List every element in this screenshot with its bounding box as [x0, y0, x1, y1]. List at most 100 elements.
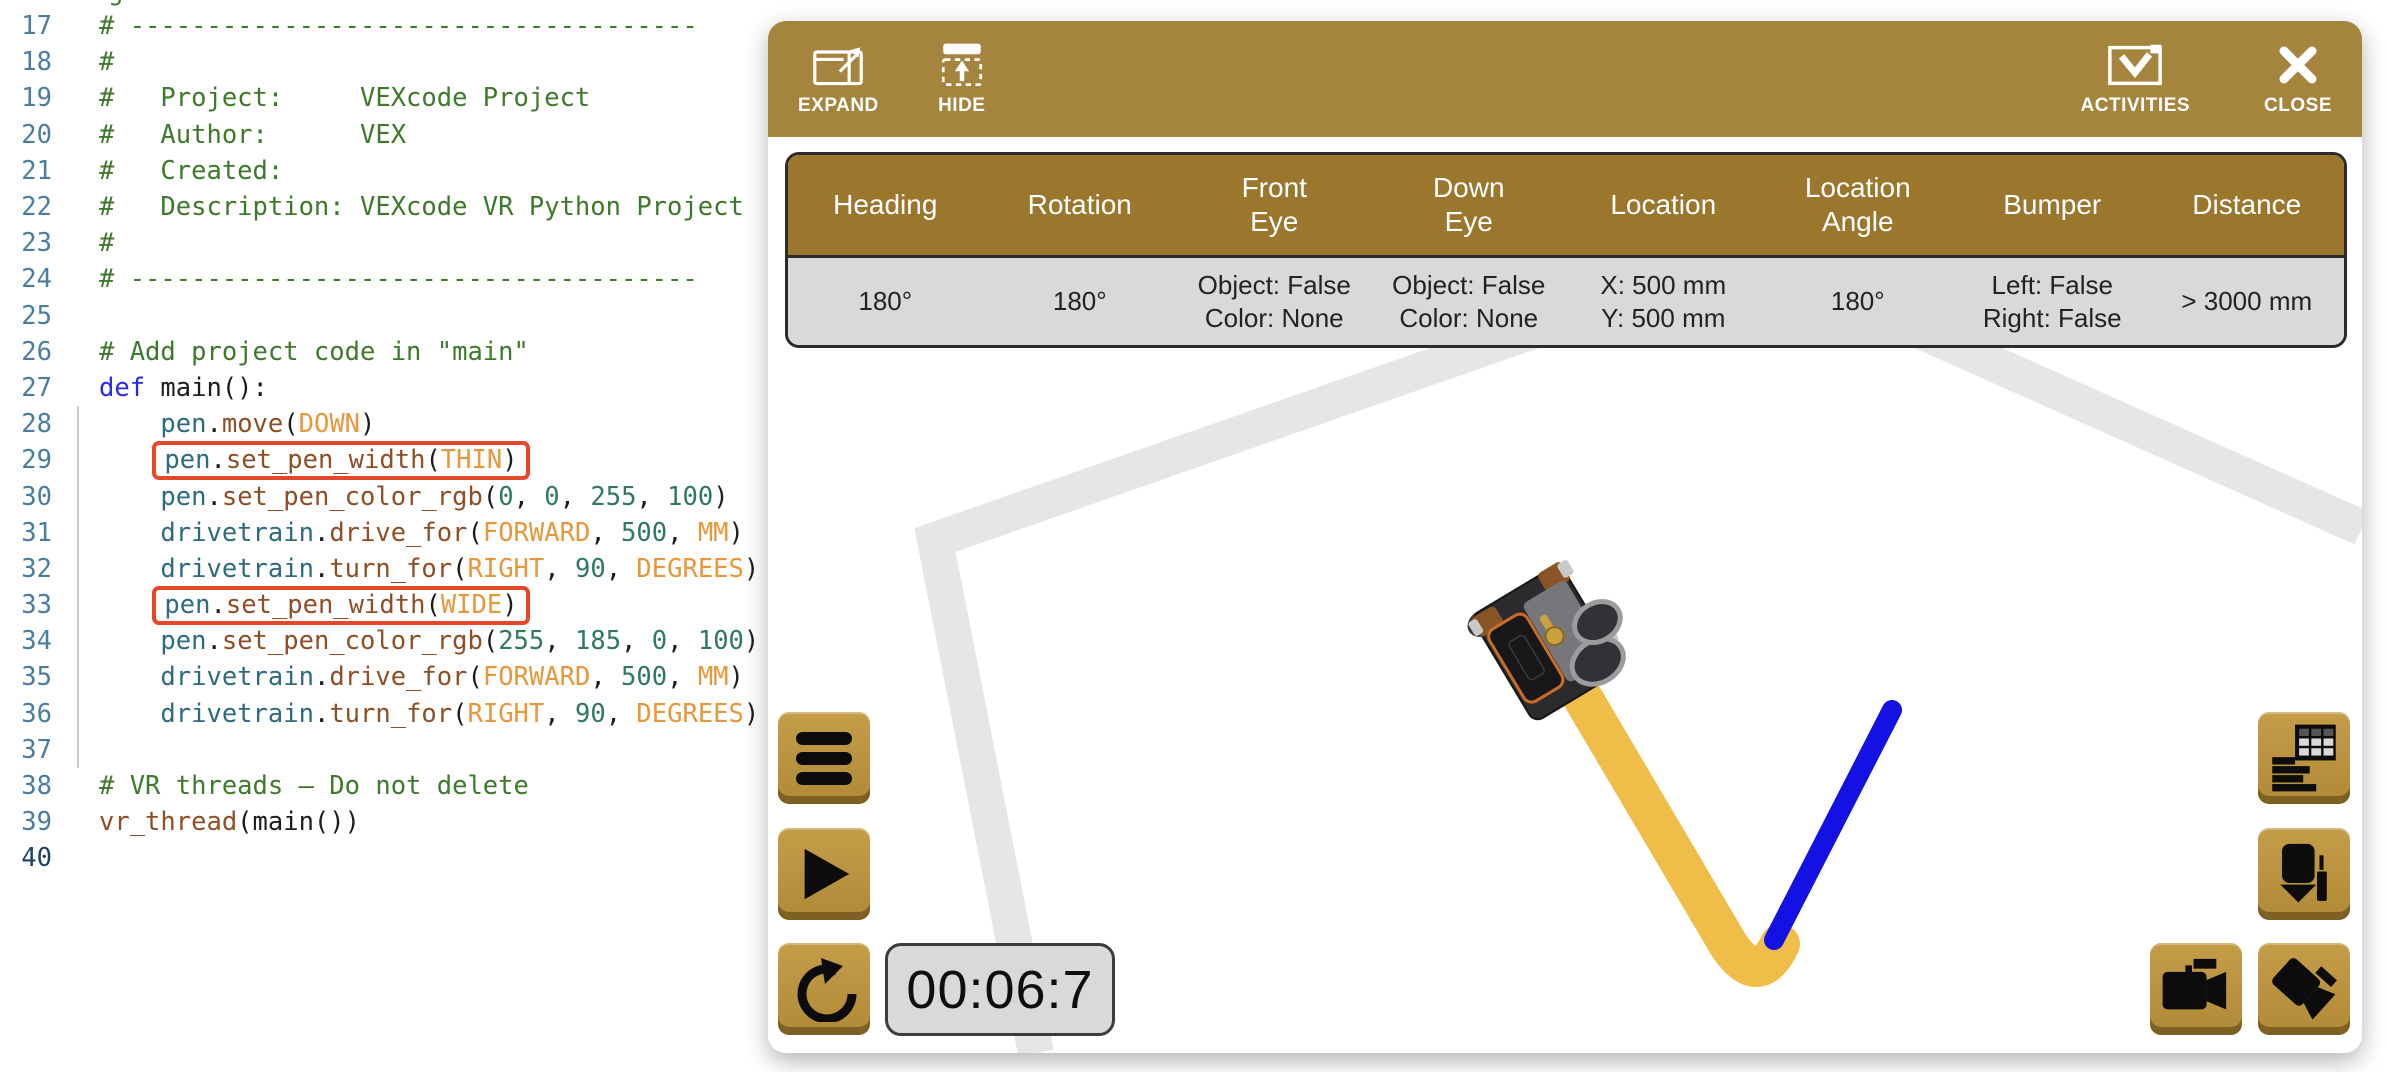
code-line[interactable]: 30 pen.set_pen_color_rgb(0, 0, 255, 100): [0, 478, 768, 514]
camera-3d-view-button[interactable]: [2258, 943, 2350, 1035]
code-text: pen.set_pen_color_rgb(255, 185, 0, 100): [99, 626, 759, 656]
code-line[interactable]: 19 # Project: VEXcode Project: [0, 80, 768, 116]
dashboard-column-header: Rotation: [983, 155, 1178, 255]
dashboard-value: 180°: [1761, 258, 1956, 345]
dashboard-column-header: Bumper: [1955, 155, 2150, 255]
code-line[interactable]: 20# Author: VEX: [0, 117, 768, 153]
line-number: 20: [0, 120, 52, 150]
dashboard-column-header: FrontEye: [1177, 155, 1372, 255]
dashboard-value: > 3000 mm: [2150, 258, 2345, 345]
blue-thin-trail: [1774, 710, 1892, 940]
screen: { "palette": { "toolbar_gold": "#a5843e"…: [0, 0, 2386, 1072]
highlight-box: pen.set_pen_width(THIN): [152, 441, 529, 480]
reset-button[interactable]: [778, 943, 870, 1035]
code-text: # Add project code in "main": [99, 337, 529, 367]
line-number: 19: [0, 83, 52, 113]
code-line[interactable]: 27def main():: [0, 370, 768, 406]
line-number: 38: [0, 771, 52, 801]
line-number: 29: [0, 445, 52, 475]
code-line[interactable]: 34 pen.set_pen_color_rgb(255, 185, 0, 10…: [0, 623, 768, 659]
menu-button[interactable]: [778, 712, 870, 804]
expand-icon: [812, 42, 864, 88]
code-text: drivetrain.turn_for(RIGHT, 90, DEGREES): [99, 699, 759, 729]
dashboard-value: X: 500 mmY: 500 mm: [1566, 258, 1761, 345]
dashboard-toggle-button[interactable]: [2258, 712, 2350, 804]
code-line[interactable]: 39vr_thread(main()): [0, 804, 768, 840]
code-line[interactable]: 23#: [0, 225, 768, 261]
line-number: 24: [0, 264, 52, 294]
code-text: # -------------------------------------: [99, 11, 698, 41]
dashboard-column-header: Distance: [2150, 155, 2345, 255]
code-line[interactable]: 24# ------------------------------------…: [0, 261, 768, 297]
code-text: drivetrain.drive_for(FORWARD, 500, MM): [99, 518, 744, 548]
line-number: 35: [0, 662, 52, 692]
dashboard-value: 180°: [788, 258, 983, 345]
dashboard-header-row: HeadingRotationFrontEyeDownEyeLocationLo…: [788, 155, 2344, 255]
code-text: # Description: VEXcode VR Python Project: [99, 192, 744, 222]
vr-playground-panel: EXPAND HIDE ACTIVITIES: [768, 21, 2362, 1053]
code-line[interactable]: 29 pen.set_pen_width(THIN): [0, 442, 768, 478]
activities-label: ACTIVITIES: [2081, 95, 2191, 117]
code-text: #: [99, 47, 130, 77]
code-text: pen.set_pen_width(THIN): [99, 441, 530, 480]
code-line[interactable]: 22 # Description: VEXcode VR Python Proje…: [0, 189, 768, 225]
expand-label: EXPAND: [798, 95, 879, 117]
dashboard-column-header: Location: [1566, 155, 1761, 255]
menu-icon: [796, 732, 852, 785]
line-number: 17: [0, 11, 52, 41]
code-text: # VR threads — Do not delete: [99, 771, 529, 801]
code-line[interactable]: 38 # VR threads — Do not delete: [0, 768, 768, 804]
line-number: 36: [0, 699, 52, 729]
reset-icon: [791, 956, 857, 1022]
line-number: 34: [0, 626, 52, 656]
sensor-dashboard: HeadingRotationFrontEyeDownEyeLocationLo…: [785, 152, 2347, 348]
code-line[interactable]: 28 pen.move(DOWN): [0, 406, 768, 442]
dashboard-value: Object: FalseColor: None: [1372, 258, 1567, 345]
code-text: # Project: VEXcode Project: [99, 83, 590, 113]
code-text: drivetrain.turn_for(RIGHT, 90, DEGREES): [99, 554, 759, 584]
code-editor[interactable]: g 17# ----------------------------------…: [0, 0, 768, 1072]
close-button[interactable]: CLOSE: [2264, 42, 2332, 117]
code-line[interactable]: 33 pen.set_pen_width(WIDE): [0, 587, 768, 623]
dashboard-value: 180°: [983, 258, 1178, 345]
close-icon: [2276, 42, 2320, 88]
activities-button[interactable]: ACTIVITIES: [2081, 42, 2191, 117]
code-line[interactable]: 35 drivetrain.drive_for(FORWARD, 500, MM…: [0, 659, 768, 695]
code-line[interactable]: 25: [0, 298, 768, 334]
code-line[interactable]: 36 drivetrain.turn_for(RIGHT, 90, DEGREE…: [0, 696, 768, 732]
code-text: drivetrain.drive_for(FORWARD, 500, MM): [99, 662, 744, 692]
line-number: 31: [0, 518, 52, 548]
line-number: 26: [0, 337, 52, 367]
code-line[interactable]: 21# Created:: [0, 153, 768, 189]
code-line[interactable]: 18 #: [0, 44, 768, 80]
dashboard-icon: [2269, 723, 2339, 793]
pen-tool-icon: [2269, 839, 2339, 909]
camera-view-button[interactable]: [2150, 943, 2242, 1035]
dashboard-value: Left: FalseRight: False: [1955, 258, 2150, 345]
line-number: 22: [0, 192, 52, 222]
highlight-box: pen.set_pen_width(WIDE): [152, 586, 529, 625]
hide-button[interactable]: HIDE: [937, 42, 987, 117]
line-number: 23: [0, 228, 52, 258]
line-number: 25: [0, 301, 52, 331]
code-text: def main():: [99, 373, 268, 403]
code-line[interactable]: 17 # ------------------------------------…: [0, 8, 768, 44]
dashboard-column-header: Heading: [788, 155, 983, 255]
line-number: 37: [0, 735, 52, 765]
line-number: 18: [0, 47, 52, 77]
dashboard-column-header: DownEye: [1372, 155, 1567, 255]
expand-button[interactable]: EXPAND: [798, 42, 879, 117]
play-button[interactable]: [778, 828, 870, 920]
hide-label: HIDE: [938, 95, 985, 117]
code-line[interactable]: 31 drivetrain.drive_for(FORWARD, 500, MM…: [0, 515, 768, 551]
field-walls: [935, 348, 2362, 1053]
line-number: 39: [0, 807, 52, 837]
code-line[interactable]: 32 drivetrain.turn_for(RIGHT, 90, DEGREE…: [0, 551, 768, 587]
play-icon: [793, 843, 855, 905]
code-line[interactable]: 40: [0, 840, 768, 876]
pen-tool-button[interactable]: [2258, 828, 2350, 920]
code-line[interactable]: 37: [0, 732, 768, 768]
indent-guide: [77, 406, 79, 768]
code-line[interactable]: 26 # Add project code in "main": [0, 334, 768, 370]
line-number: 28: [0, 409, 52, 439]
